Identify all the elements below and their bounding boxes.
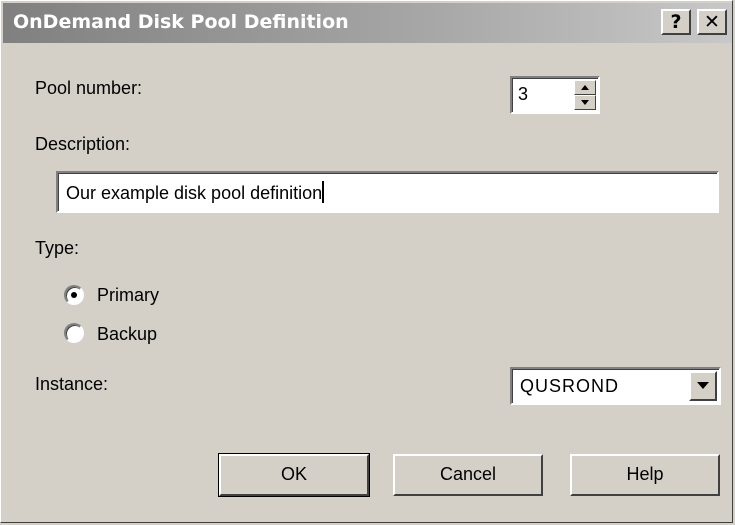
instance-label: Instance: <box>35 374 109 394</box>
arrow-up-icon <box>581 85 589 90</box>
cancel-button[interactable]: Cancel <box>393 454 543 496</box>
title-bar: OnDemand Disk Pool Definition ? ✕ <box>3 3 732 43</box>
ok-button[interactable]: OK <box>218 453 370 497</box>
instance-value[interactable]: QUSROND <box>520 376 619 397</box>
close-button[interactable]: ✕ <box>697 9 727 35</box>
radio-primary-button[interactable] <box>64 285 84 305</box>
spin-up-button[interactable] <box>574 80 596 95</box>
type-label: Type: <box>35 238 80 258</box>
text-caret <box>322 181 325 203</box>
description-value[interactable]: Our example disk pool definition <box>66 183 322 203</box>
description-label: Description: <box>35 134 131 154</box>
radio-backup-label[interactable]: Backup <box>97 324 157 345</box>
pool-number-spinner[interactable]: 3 <box>510 76 600 114</box>
help-button[interactable]: Help <box>570 454 720 496</box>
radio-backup-button[interactable] <box>64 323 84 343</box>
arrow-down-icon <box>581 100 589 105</box>
spin-down-button[interactable] <box>574 95 596 110</box>
help-titlebar-button[interactable]: ? <box>661 9 691 35</box>
chevron-down-icon <box>697 382 709 389</box>
window-title: OnDemand Disk Pool Definition <box>13 11 349 33</box>
instance-dropdown-button[interactable] <box>689 371 717 401</box>
description-input[interactable]: Our example disk pool definition <box>56 171 719 213</box>
disk-pool-dialog: OnDemand Disk Pool Definition ? ✕ Pool n… <box>0 0 733 523</box>
pool-number-value[interactable]: 3 <box>518 84 528 105</box>
instance-combobox[interactable]: QUSROND <box>510 367 721 405</box>
radio-selected-dot <box>71 292 77 298</box>
radio-primary-label[interactable]: Primary <box>97 285 159 306</box>
pool-number-label: Pool number: <box>35 78 143 98</box>
